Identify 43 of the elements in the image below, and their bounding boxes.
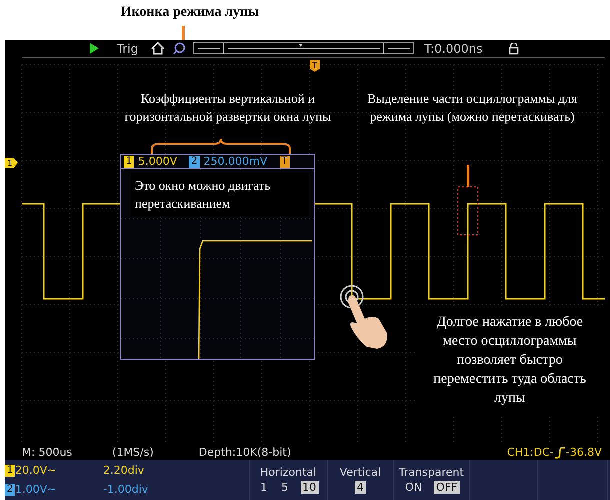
channel-badge[interactable]: 1 [5,464,16,476]
trigger-badge: T [280,156,290,168]
menu-option[interactable]: 1 [258,481,270,494]
menu-option[interactable]: 5 [280,481,290,494]
callout-text: Долгое нажатие в любое место осциллограммы позволяет быстро переместить туда область лупы [415,307,605,414]
channel-badge: 1 [124,156,134,168]
callout-text: Это окно можно двигать перетаскиванием [131,173,309,217]
trigger-source: CH1:DC- [507,446,554,459]
callout-text: Выделение части осциллограммы для режима лупы (можно перетаскивать) [366,90,579,126]
leader-line [467,165,470,187]
trigger-marker: T [310,60,320,72]
play-icon[interactable] [89,43,99,54]
scale-value: 250.000mV [204,155,268,168]
volts-per-div: 20.0V~ [15,464,58,477]
rising-edge-icon [554,446,566,458]
trigger-level: -36.8V [566,446,602,459]
time-offset: T:0.000ns [424,42,483,56]
menu-option[interactable]: ON [403,481,424,494]
zoom-window[interactable]: 1 5.000V 2 250.000mV T Это окно можно двигать перетаскиванием [120,154,315,360]
selection-box[interactable] [458,186,478,236]
channel-offset: -1.00div [103,483,148,496]
menu-title: Transparent [398,466,464,479]
timebase: M: 500us [22,446,72,459]
home-icon[interactable] [151,42,166,55]
hand-icon [340,285,388,349]
magnifier-icon[interactable] [173,42,186,55]
lock-icon[interactable] [508,42,519,54]
memory-depth: Depth:10K(8-bit) [198,446,292,459]
channel-offset: 2.20div [103,464,144,477]
callout-text: Иконка режима лупы [120,4,260,22]
channel-marker: 1 [5,158,18,168]
menu-title: Horizontal [260,466,317,479]
menu-option[interactable]: 4 [355,481,366,494]
scale-value: 5.000V [138,155,178,168]
trigger-label: Trig [117,42,138,56]
sample-rate: (1MS/s) [112,446,154,459]
channel-badge[interactable]: 2 [5,484,16,496]
menu-title: Vertical [340,466,382,479]
channel-badge: 2 [189,156,200,168]
volts-per-div: 1.00V~ [15,483,58,496]
callout-text: Коэффициенты вертикальной и горизонтальной развертки окна лупы [124,90,332,126]
menu-option[interactable]: 10 [300,481,318,494]
menu-option[interactable]: OFF [434,481,460,494]
